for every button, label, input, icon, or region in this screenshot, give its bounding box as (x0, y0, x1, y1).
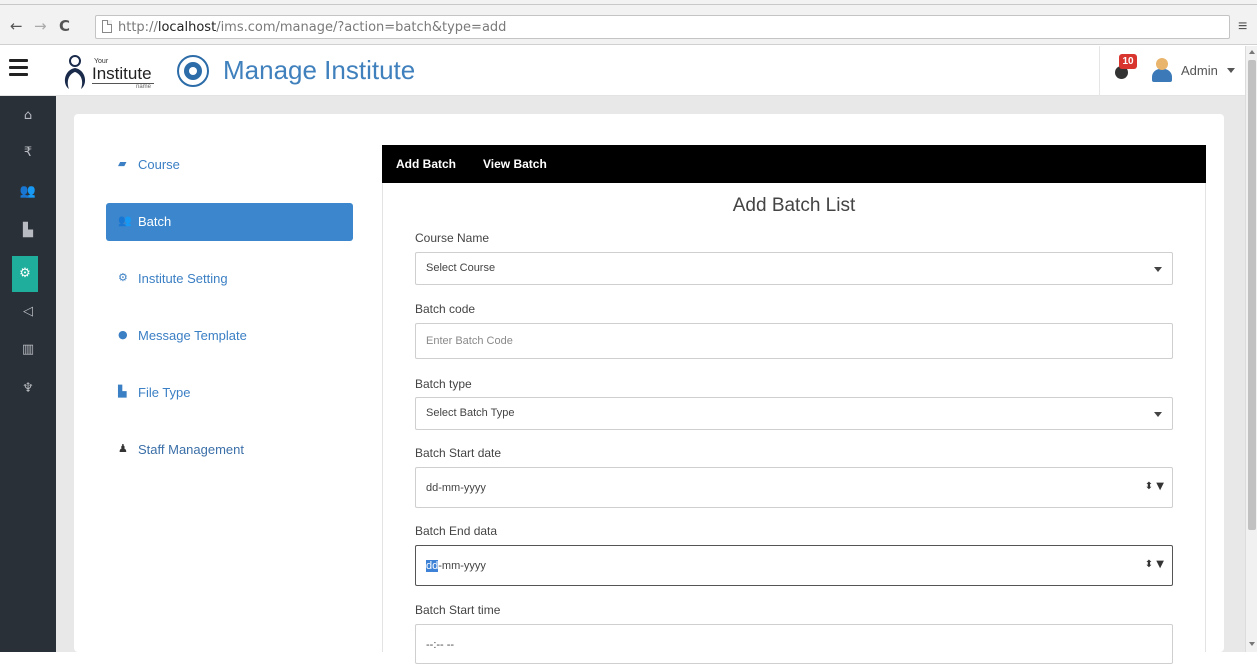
start-date-value: dd-mm-yyyy (426, 482, 486, 494)
home-icon[interactable]: ⌂ (0, 98, 56, 134)
notification-badge: 10 (1119, 54, 1137, 69)
cogs-icon: ⚙ (118, 271, 128, 284)
course-name-select[interactable]: Select Course (415, 252, 1173, 285)
batch-type-label: Batch type (415, 377, 472, 391)
start-time-input[interactable]: --:-- -- (415, 624, 1173, 664)
chart-icon[interactable]: ▥ (0, 332, 56, 368)
users-icon[interactable]: 👥 (0, 174, 56, 210)
logo-figure-icon (64, 55, 86, 89)
address-bar[interactable]: http://localhost/ims.com/manage/?action=… (95, 15, 1230, 39)
page-title: Manage Institute (223, 55, 416, 85)
user-icon: ♟ (118, 442, 128, 455)
group-icon: 👥 (118, 214, 132, 227)
batch-code-input[interactable]: Enter Batch Code (415, 323, 1173, 359)
menu-item-label: Staff Management (138, 442, 244, 457)
form-title: Add Batch List (732, 195, 856, 216)
rupee-icon[interactable]: ₹ (0, 135, 56, 171)
scroll-up-icon[interactable] (1249, 50, 1255, 54)
chevron-down-icon (1154, 267, 1162, 272)
start-time-value: --:-- -- (426, 639, 455, 651)
scroll-down-icon[interactable] (1249, 642, 1255, 646)
settings-icon[interactable]: ⚙ (12, 256, 38, 292)
user-menu[interactable]: Admin (1181, 63, 1218, 78)
browser-menu-icon[interactable]: ≡ (1238, 18, 1247, 36)
menu-item-label: Message Template (138, 328, 247, 343)
megaphone-icon[interactable]: ◁ (0, 294, 56, 330)
avatar[interactable] (1151, 58, 1173, 82)
menu-item-course[interactable]: ▰ Course (106, 146, 353, 184)
document-icon[interactable]: ▙ (0, 213, 56, 249)
start-date-input[interactable]: dd-mm-yyyy ⬍ ▼ (415, 467, 1173, 508)
chevron-down-icon[interactable] (1227, 68, 1235, 73)
chevron-down-icon (1154, 412, 1162, 417)
back-arrow-icon[interactable]: ← (10, 19, 23, 34)
reload-icon[interactable]: C (59, 19, 70, 34)
url-text: http://localhost/ims.com/manage/?action=… (118, 20, 507, 35)
menu-item-label: Course (138, 157, 180, 172)
batch-type-select[interactable]: Select Batch Type (415, 397, 1173, 430)
comment-icon: ● (118, 328, 128, 341)
date-spinner-icon[interactable]: ⬍ ▼ (1145, 481, 1164, 492)
logo-name-text: name (136, 84, 152, 90)
forward-arrow-icon[interactable]: → (34, 19, 47, 34)
start-time-label: Batch Start time (415, 603, 501, 617)
course-name-selected: Select Course (426, 262, 496, 274)
menu-item-label: File Type (138, 385, 191, 400)
menu-item-label: Batch (138, 214, 172, 229)
logo-institute-text: Institute (92, 64, 154, 84)
end-date-value: dd-mm-yyyy (426, 560, 486, 572)
scroll-thumb[interactable] (1248, 60, 1256, 530)
batch-tab-bar: Add Batch View Batch (382, 145, 1206, 183)
header-divider (1099, 46, 1100, 96)
institute-logo[interactable]: Your Institute name (56, 52, 168, 92)
menu-item-label: Institute Setting (138, 271, 228, 286)
course-name-label: Course Name (415, 231, 490, 245)
end-date-label: Batch End data (415, 524, 498, 538)
menu-item-staff-management[interactable]: ♟ Staff Management (106, 431, 353, 469)
gear-icon (177, 55, 209, 87)
menu-item-message-template[interactable]: ● Message Template (106, 317, 353, 355)
app-header: Your Institute name Manage Institute 10 … (0, 46, 1245, 96)
file-icon: ▙ (118, 385, 127, 398)
batch-type-selected: Select Batch Type (426, 407, 515, 419)
end-date-input[interactable]: dd-mm-yyyy ⬍ ▼ (415, 545, 1173, 586)
hamburger-menu-icon[interactable] (9, 59, 28, 76)
page-icon (102, 20, 112, 33)
menu-item-batch[interactable]: 👥 Batch (106, 203, 353, 241)
page-scrollbar[interactable] (1245, 46, 1257, 652)
start-date-label: Batch Start date (415, 446, 502, 460)
batch-code-label: Batch code (415, 302, 476, 316)
trophy-icon[interactable]: ♆ (0, 371, 56, 407)
menu-item-file-type[interactable]: ▙ File Type (106, 374, 353, 412)
icon-sidebar: ⌂ ₹ 👥 ▙ ⚙ ◁ ▥ ♆ (0, 96, 56, 652)
menu-item-institute-setting[interactable]: ⚙ Institute Setting (106, 260, 353, 298)
tab-add-batch[interactable]: Add Batch (396, 157, 456, 171)
book-icon: ▰ (118, 157, 127, 170)
browser-toolbar: ← → C http://localhost/ims.com/manage/?a… (0, 5, 1257, 45)
date-spinner-icon[interactable]: ⬍ ▼ (1145, 559, 1164, 570)
batch-code-placeholder: Enter Batch Code (426, 335, 513, 347)
tab-view-batch[interactable]: View Batch (483, 157, 547, 171)
